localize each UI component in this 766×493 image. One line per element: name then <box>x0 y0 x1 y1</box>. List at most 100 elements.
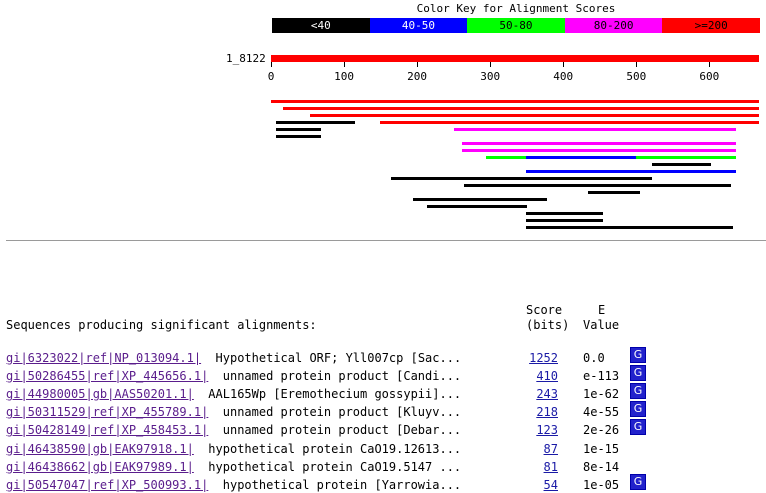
alignments-header: Sequences producing significant alignmen… <box>6 318 317 332</box>
alignment-hit-bar[interactable] <box>651 163 711 166</box>
alignment-hit-bar[interactable] <box>525 226 733 229</box>
sequence-description: unnamed protein product [Debar... <box>208 423 462 438</box>
sequence-id-link[interactable]: gi|6323022|ref|NP_013094.1| <box>6 351 201 365</box>
score-cell: 81 <box>518 460 558 474</box>
ruler-tick <box>344 62 346 67</box>
alignment-hit-bar[interactable] <box>461 149 737 152</box>
result-row: gi|50547047|ref|XP_500993.1| hypothetica… <box>6 478 461 493</box>
score-link[interactable]: 218 <box>536 405 558 419</box>
alignment-hit-bar[interactable] <box>525 170 737 173</box>
alignment-hit-bar[interactable] <box>310 114 759 117</box>
score-link[interactable]: 123 <box>536 423 558 437</box>
score-link[interactable]: 81 <box>544 460 558 474</box>
result-row: gi|50286455|ref|XP_445656.1| unnamed pro… <box>6 369 461 384</box>
ruler-tick-label: 400 <box>553 70 574 83</box>
result-row: gi|50311529|ref|XP_455789.1| unnamed pro… <box>6 405 461 420</box>
sequence-description: hypothetical protein [Yarrowia... <box>208 477 462 492</box>
score-link[interactable]: 1252 <box>529 351 558 365</box>
alignment-hit-bar[interactable] <box>454 128 737 131</box>
score-link[interactable]: 410 <box>536 369 558 383</box>
ruler-tick-label: 500 <box>626 70 647 83</box>
alignment-hit-bar[interactable] <box>588 191 640 194</box>
divider <box>6 240 766 241</box>
score-header: Score <box>526 303 563 317</box>
color-key-segment: 80-200 <box>564 18 663 33</box>
evalue-cell: 4e-55 <box>583 405 620 420</box>
result-row: gi|6323022|ref|NP_013094.1| Hypothetical… <box>6 351 461 366</box>
score-cell: 243 <box>518 387 558 401</box>
color-key-segment: 40-50 <box>369 18 468 33</box>
sequence-description: AAL165Wp [Eremothecium gossypii]... <box>193 387 462 402</box>
ruler-tick-label: 100 <box>334 70 354 83</box>
result-row: gi|50428149|ref|XP_458453.1| unnamed pro… <box>6 423 461 438</box>
sequence-id-link[interactable]: gi|50311529|ref|XP_455789.1| <box>6 405 208 419</box>
sequence-id-link[interactable]: gi|46438590|gb|EAK97918.1| <box>6 442 194 456</box>
sequence-description: unnamed protein product [Candi... <box>208 369 462 384</box>
ruler-tick <box>709 62 711 67</box>
color-key-segment: <40 <box>272 18 370 33</box>
score-cell: 54 <box>518 478 558 492</box>
ruler-tick <box>490 62 492 67</box>
sequence-id-link[interactable]: gi|50547047|ref|XP_500993.1| <box>6 478 208 492</box>
gene-link-icon[interactable]: G <box>630 347 646 363</box>
evalue-cell: 8e-14 <box>583 459 620 474</box>
alignment-hit-bar[interactable] <box>276 121 355 124</box>
alignment-hit-bar[interactable] <box>271 100 759 103</box>
sequence-description: hypothetical protein CaO19.12613... <box>193 441 462 456</box>
gene-link-icon[interactable]: G <box>630 383 646 400</box>
sequence-description: Hypothetical ORF; Yll007cp [Sac... <box>201 351 462 365</box>
ruler-tick <box>636 62 638 67</box>
gene-link-icon[interactable]: G <box>630 473 646 490</box>
alignment-hit-bar[interactable] <box>276 128 321 131</box>
score-cell: 1252 <box>518 351 558 365</box>
alignment-hit-bar[interactable] <box>379 121 759 124</box>
result-row: gi|44980005|gb|AAS50201.1| AAL165Wp [Ere… <box>6 387 461 402</box>
score-link[interactable]: 87 <box>544 442 558 456</box>
evalue-cell: 2e-26 <box>583 423 620 438</box>
sequence-id-link[interactable]: gi|46438662|gb|EAK97989.1| <box>6 460 194 474</box>
alignment-hit-bar[interactable] <box>461 142 737 145</box>
ruler-tick-label: 0 <box>267 70 275 83</box>
evalue-cell: 1e-05 <box>583 477 620 492</box>
alignment-hit-bar[interactable] <box>276 135 321 138</box>
gene-link-icon[interactable]: G <box>630 365 646 382</box>
evalue-cell: 1e-15 <box>583 441 620 456</box>
alignment-hit-bar[interactable] <box>525 219 604 222</box>
alignment-hit-bar[interactable] <box>283 107 759 110</box>
alignment-hit-bar[interactable] <box>525 212 604 215</box>
score-cell: 410 <box>518 369 558 383</box>
query-label: 1_8122 <box>226 52 266 65</box>
alignment-hit-bar[interactable] <box>412 198 548 201</box>
score-cell: 218 <box>518 405 558 419</box>
color-key-title: Color Key for Alignment Scores <box>416 2 616 15</box>
score-link[interactable]: 243 <box>536 387 558 401</box>
score-cell: 87 <box>518 442 558 456</box>
ruler-tick <box>417 62 419 67</box>
result-row: gi|46438662|gb|EAK97989.1| hypothetical … <box>6 460 461 475</box>
sequence-description: hypothetical protein CaO19.5147 ... <box>193 459 462 474</box>
ruler-tick-label: 200 <box>407 70 428 83</box>
sequence-id-link[interactable]: gi|50286455|ref|XP_445656.1| <box>6 369 208 383</box>
evalue-cell: e-113 <box>583 369 620 384</box>
result-row: gi|46438590|gb|EAK97918.1| hypothetical … <box>6 442 461 457</box>
score-link[interactable]: 54 <box>544 478 558 492</box>
ruler-tick <box>271 62 272 67</box>
alignment-hit-bar[interactable] <box>427 205 527 208</box>
alignment-hit-bar[interactable] <box>525 156 637 159</box>
sequence-description: unnamed protein product [Kluyv... <box>208 405 462 420</box>
gene-link-icon[interactable]: G <box>630 401 646 418</box>
score-cell: 123 <box>518 423 558 437</box>
gene-link-icon[interactable]: G <box>630 419 646 436</box>
evalue-cell: 1e-62 <box>583 387 620 402</box>
ruler-tick <box>563 62 565 67</box>
sequence-id-link[interactable]: gi|50428149|ref|XP_458453.1| <box>6 423 208 437</box>
score-units-header: (bits) <box>526 318 570 332</box>
sequence-id-link[interactable]: gi|44980005|gb|AAS50201.1| <box>6 387 194 401</box>
ruler-tick-label: 600 <box>699 70 720 83</box>
query-bar <box>271 55 759 62</box>
alignment-hit-bar[interactable] <box>390 177 653 180</box>
ruler-tick-label: 300 <box>480 70 501 83</box>
evalue-units-header: Value <box>583 318 620 332</box>
alignment-hit-bar[interactable] <box>463 184 577 187</box>
color-key-segment: 50-80 <box>467 18 565 33</box>
